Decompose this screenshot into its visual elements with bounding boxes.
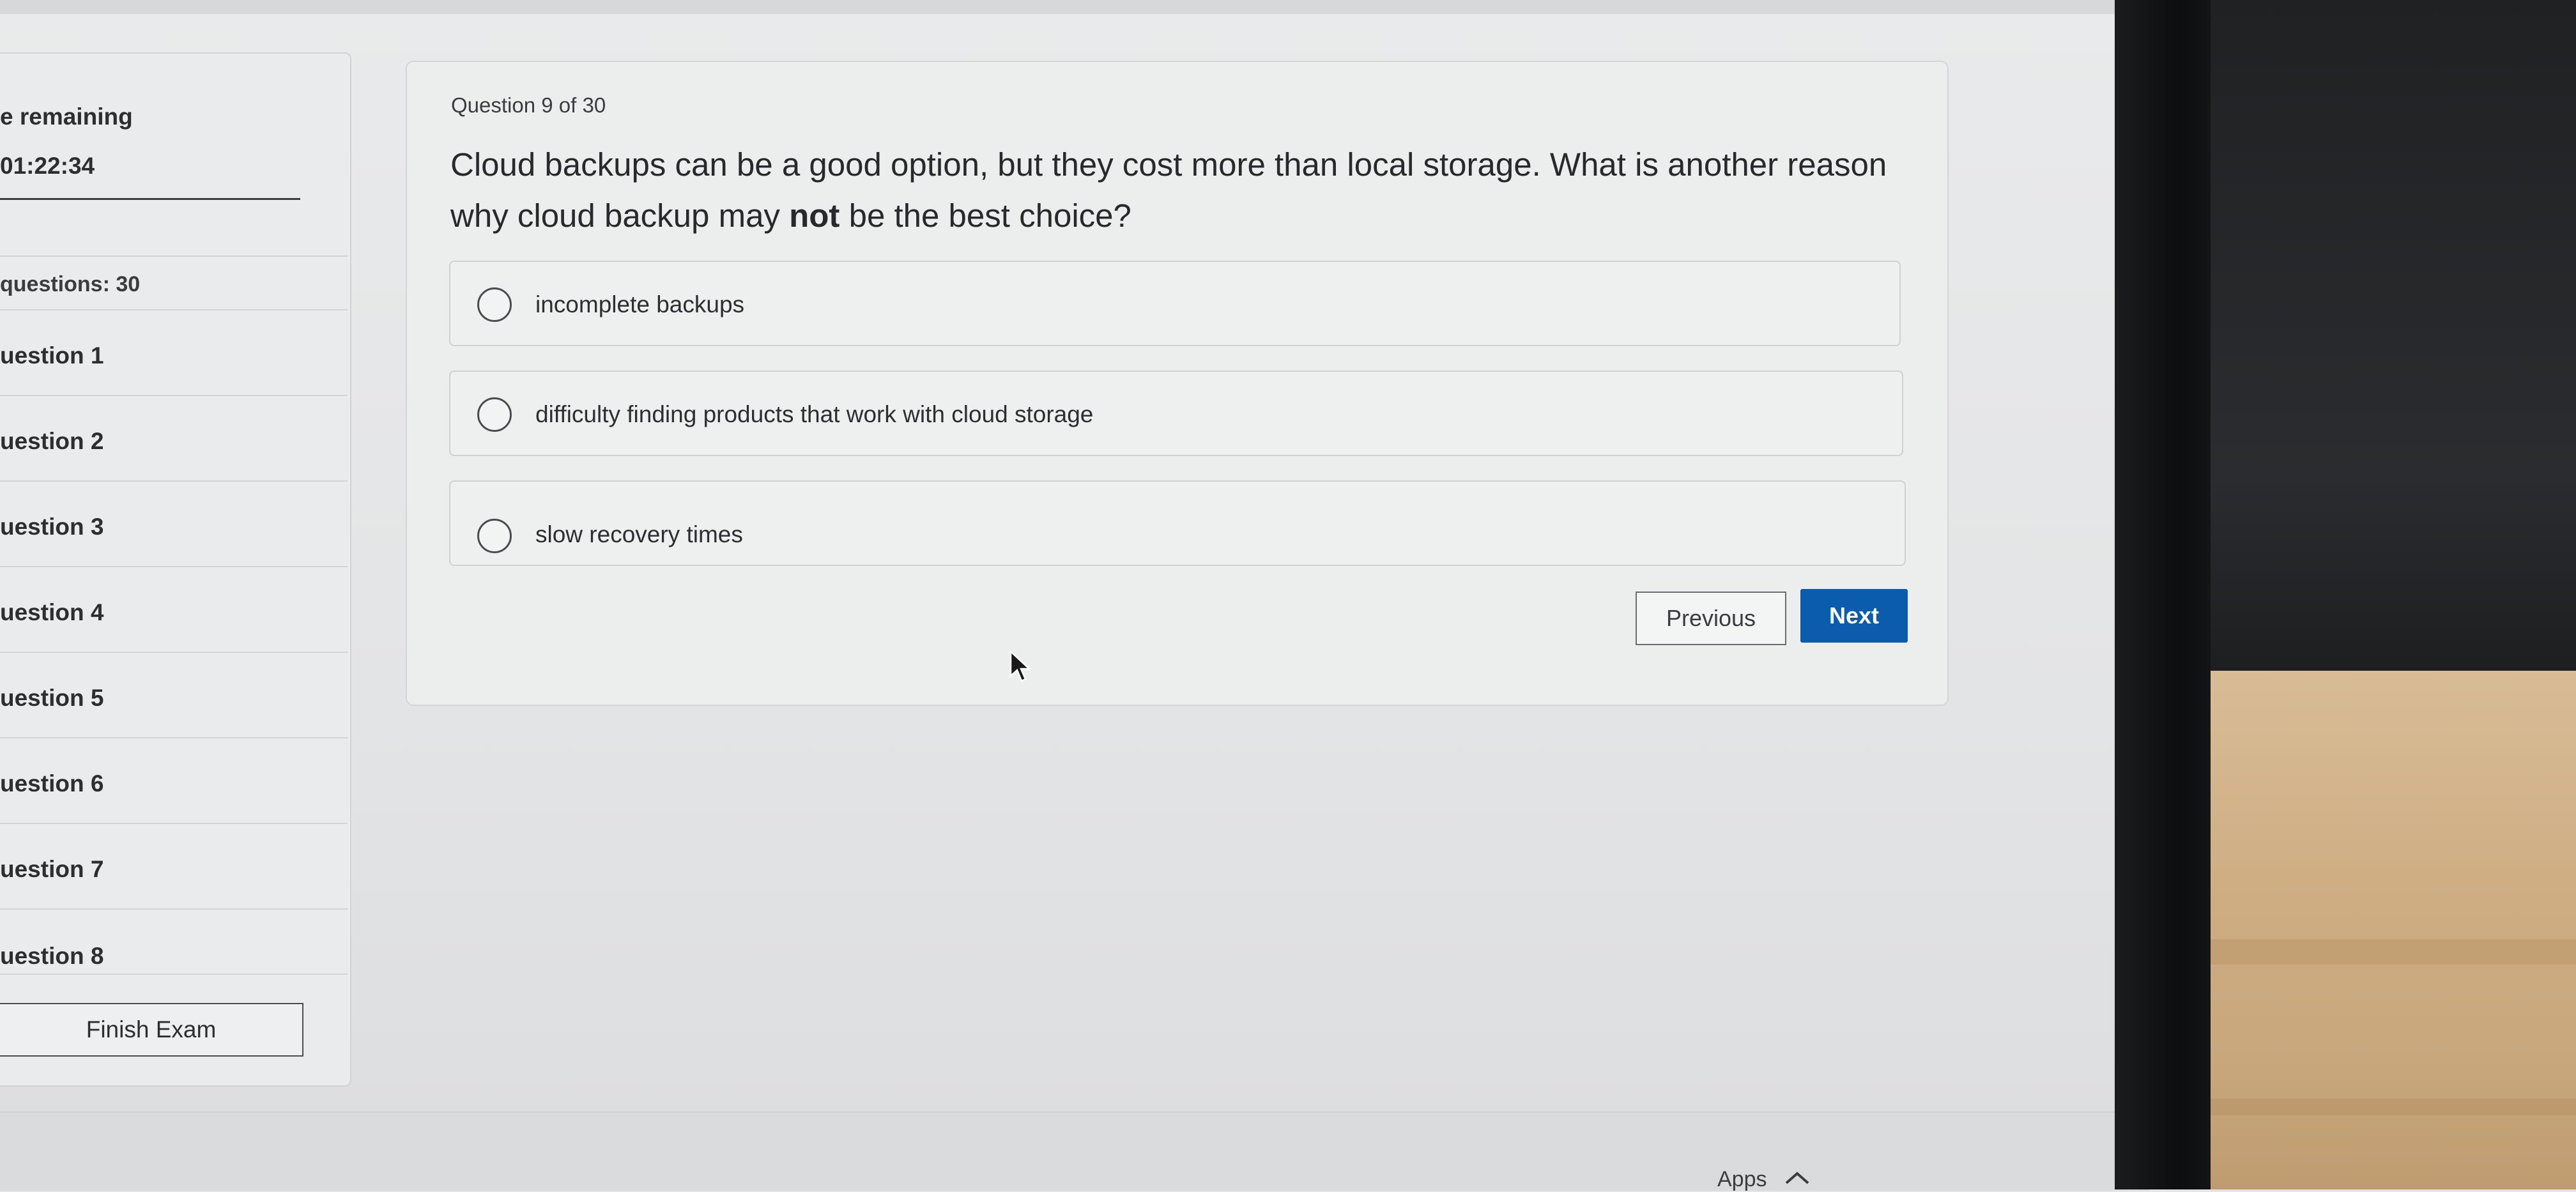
timer-underline bbox=[0, 198, 300, 200]
answer-option-label: incomplete backups bbox=[535, 291, 745, 317]
time-remaining-value: 01:22:34 bbox=[0, 153, 95, 179]
radio-button[interactable] bbox=[477, 287, 512, 322]
sidebar-item-question-3[interactable]: uestion 3 bbox=[0, 514, 103, 540]
total-questions-label: questions: 30 bbox=[0, 272, 141, 296]
apps-link[interactable]: Apps bbox=[1717, 1167, 1767, 1192]
monitor-bezel bbox=[2115, 0, 2223, 1189]
next-button[interactable]: Next bbox=[1800, 589, 1908, 643]
question-progress: Question 9 of 30 bbox=[451, 93, 606, 117]
exam-sidebar: e remaining 01:22:34 questions: 30 uesti… bbox=[0, 52, 351, 1087]
sidebar-item-question-5[interactable]: uestion 5 bbox=[0, 685, 103, 712]
desk-grain bbox=[2211, 1099, 2576, 1115]
question-text-part: Cloud backups can be a good option, but … bbox=[450, 146, 1887, 234]
sidebar-item-question-7[interactable]: uestion 7 bbox=[0, 856, 103, 883]
chevron-up-icon[interactable] bbox=[1784, 1170, 1811, 1186]
answer-option-2[interactable]: difficulty finding products that work wi… bbox=[449, 371, 1903, 456]
desk-grain bbox=[2211, 939, 2576, 965]
browser-viewport: e remaining 01:22:34 questions: 30 uesti… bbox=[0, 0, 2150, 1192]
question-text-emphasis: not bbox=[789, 197, 840, 234]
sidebar-divider bbox=[0, 395, 348, 396]
sidebar-divider bbox=[0, 256, 348, 257]
finish-exam-button[interactable]: Finish Exam bbox=[0, 1003, 303, 1057]
sidebar-divider bbox=[0, 908, 348, 910]
top-edge bbox=[0, 0, 2115, 14]
time-remaining-label: e remaining bbox=[0, 103, 133, 130]
sidebar-item-question-2[interactable]: uestion 2 bbox=[0, 428, 103, 455]
sidebar-divider bbox=[0, 737, 348, 738]
sidebar-divider bbox=[0, 974, 348, 975]
answer-option-label: difficulty finding products that work wi… bbox=[535, 401, 1094, 427]
bottom-toolbar bbox=[0, 1112, 2150, 1191]
question-text: Cloud backups can be a good option, but … bbox=[450, 139, 1920, 241]
sidebar-divider bbox=[0, 652, 348, 653]
radio-button[interactable] bbox=[477, 397, 512, 432]
answer-option-label: slow recovery times bbox=[535, 521, 743, 547]
question-text-part: be the best choice? bbox=[839, 197, 1131, 234]
sidebar-divider bbox=[0, 309, 348, 310]
sidebar-divider bbox=[0, 823, 348, 824]
sidebar-item-question-8[interactable]: uestion 8 bbox=[0, 943, 103, 970]
sidebar-item-question-1[interactable]: uestion 1 bbox=[0, 342, 103, 369]
sidebar-item-question-4[interactable]: uestion 4 bbox=[0, 599, 103, 626]
background-wall bbox=[2211, 0, 2576, 677]
previous-button[interactable]: Previous bbox=[1636, 592, 1786, 645]
radio-button[interactable] bbox=[477, 519, 512, 553]
mouse-pointer-icon bbox=[1009, 650, 1032, 682]
sidebar-divider bbox=[0, 480, 348, 482]
answer-option-1[interactable]: incomplete backups bbox=[449, 261, 1901, 346]
answer-option-3[interactable]: slow recovery times bbox=[449, 480, 1906, 566]
sidebar-divider bbox=[0, 566, 348, 567]
sidebar-item-question-6[interactable]: uestion 6 bbox=[0, 770, 103, 797]
